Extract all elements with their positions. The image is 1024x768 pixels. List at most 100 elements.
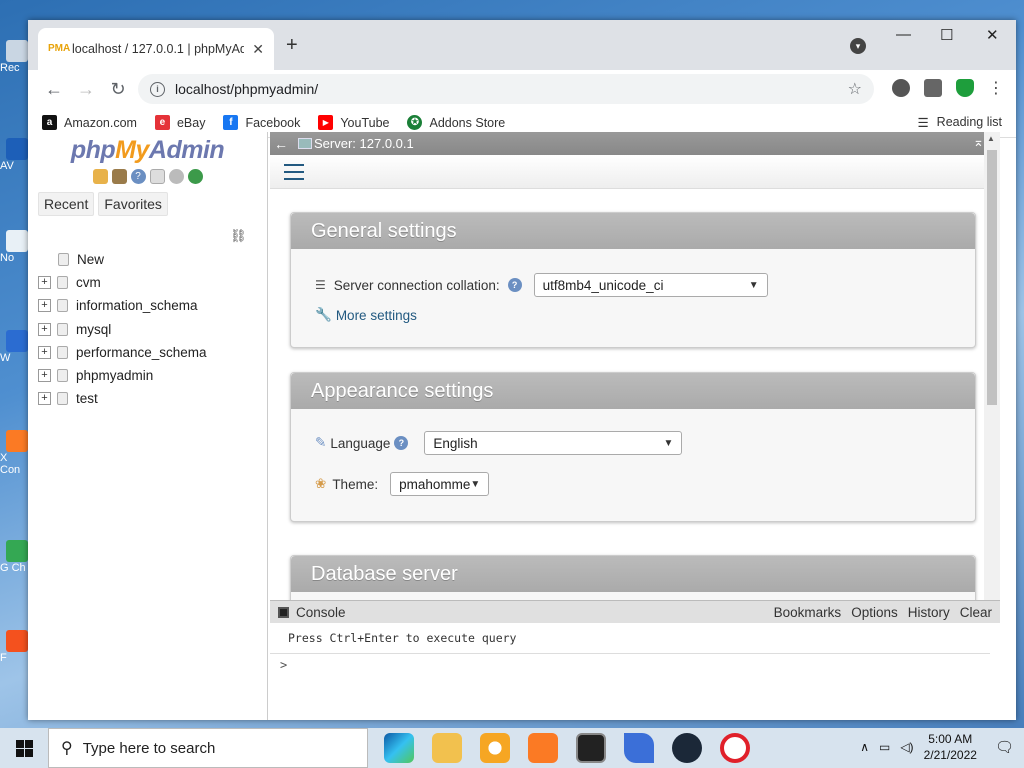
desktop-icon-recycle[interactable]: Rec xyxy=(0,40,28,74)
console-prompt-input[interactable]: > xyxy=(270,654,1000,676)
maximize-button[interactable]: ☐ xyxy=(940,26,953,44)
terminal-icon[interactable] xyxy=(576,733,606,763)
console-clear-button[interactable]: Clear xyxy=(960,605,992,620)
expand-icon[interactable]: + xyxy=(38,322,51,336)
minimize-button[interactable]: — xyxy=(896,26,911,43)
desktop-icon-chrome[interactable]: G Ch xyxy=(0,540,28,574)
tree-item-label[interactable]: mysql xyxy=(76,322,111,337)
new-tab-button[interactable]: + xyxy=(286,34,298,57)
site-info-icon[interactable]: i xyxy=(150,81,165,97)
show-hidden-icons-chevron-icon[interactable]: ∧ xyxy=(860,740,869,754)
phpmyadmin-logo[interactable]: phpMyAdmin xyxy=(28,136,267,165)
console-options-button[interactable]: Options xyxy=(851,605,898,620)
tree-item-label[interactable]: performance_schema xyxy=(76,345,207,360)
tree-item-label[interactable]: cvm xyxy=(76,275,101,290)
collation-select[interactable]: utf8mb4_unicode_ci ▼ xyxy=(533,273,768,297)
start-button[interactable] xyxy=(0,728,48,768)
settings-gear-icon[interactable] xyxy=(168,169,184,184)
desktop-icon-label: AV xyxy=(0,160,14,172)
tree-item-test[interactable]: + test xyxy=(38,387,207,410)
hamburger-menu-icon[interactable] xyxy=(284,163,304,180)
theme-select[interactable]: pmahomme ▼ xyxy=(390,472,490,496)
desktop-icon-notepad[interactable]: No xyxy=(0,230,28,264)
scrollbar-thumb[interactable] xyxy=(987,150,997,405)
file-explorer-icon[interactable] xyxy=(432,733,462,763)
documentation-icon[interactable] xyxy=(149,169,165,184)
notifications-icon[interactable]: 🗨 xyxy=(995,738,1014,756)
console-bookmarks-button[interactable]: Bookmarks xyxy=(774,605,842,620)
bookmark-addons-store[interactable]: ✪ Addons Store xyxy=(407,115,505,130)
language-select[interactable]: English ▼ xyxy=(424,431,683,455)
desktop-icon-xampp[interactable]: X Con xyxy=(0,430,28,476)
expand-icon[interactable]: + xyxy=(38,299,51,313)
collapse-navigation-arrow-icon[interactable]: ← xyxy=(274,136,288,152)
bookmark-star-icon[interactable]: ☆ xyxy=(848,79,862,99)
taskbar-search-box[interactable]: ⚲ Type here to search xyxy=(48,728,368,768)
tree-item-new[interactable]: New xyxy=(38,248,207,271)
browser-menu-icon[interactable]: ⋮ xyxy=(988,78,1004,98)
scroll-up-icon[interactable]: ▲ xyxy=(987,134,995,143)
adblock-extension-icon[interactable] xyxy=(892,79,910,97)
tab-search-icon[interactable]: ▾ xyxy=(850,38,866,54)
steam-icon[interactable] xyxy=(672,733,702,763)
bookmark-facebook[interactable]: f Facebook xyxy=(223,115,300,130)
volume-icon[interactable]: ◁) xyxy=(900,740,913,754)
extensions-puzzle-icon[interactable] xyxy=(924,79,942,97)
edge-icon[interactable] xyxy=(384,733,414,763)
close-tab-icon[interactable]: ✕ xyxy=(252,41,264,58)
back-arrow-icon[interactable]: ← xyxy=(38,75,70,103)
bookmark-youtube[interactable]: ▶ YouTube xyxy=(318,115,389,130)
bookmark-label: Addons Store xyxy=(429,115,506,130)
more-settings-link[interactable]: More settings xyxy=(336,308,417,323)
help-icon[interactable]: ? xyxy=(130,169,146,184)
expand-icon[interactable]: + xyxy=(38,276,51,290)
language-icon: ✎ xyxy=(315,435,327,450)
console-bar[interactable]: Console Bookmarks Options History Clear xyxy=(270,601,1000,623)
tree-item-information-schema[interactable]: + information_schema xyxy=(38,294,207,317)
bookmark-ebay[interactable]: e eBay xyxy=(154,115,205,130)
shield-extension-icon[interactable] xyxy=(956,79,974,97)
desktop-icon-av[interactable]: AV xyxy=(0,138,28,172)
desktop-icon-w[interactable]: W xyxy=(0,330,28,364)
link-with-main-panel-icon[interactable]: ⛓ xyxy=(230,228,247,244)
tree-item-phpmyadmin[interactable]: + phpmyadmin xyxy=(38,364,207,387)
collapse-top-icon[interactable]: ⌅ xyxy=(973,134,984,150)
home-icon[interactable] xyxy=(92,169,108,184)
url-text[interactable]: localhost/phpmyadmin/ xyxy=(175,81,838,97)
close-window-button[interactable]: ✕ xyxy=(986,26,999,44)
clock[interactable]: 5:00 AM 2/21/2022 xyxy=(924,731,977,763)
desktop-icon-f[interactable]: F xyxy=(0,630,28,664)
tree-item-performance-schema[interactable]: + performance_schema xyxy=(38,341,207,364)
expand-icon[interactable]: + xyxy=(38,345,51,359)
reload-icon[interactable]: ↻ xyxy=(102,75,134,103)
tree-item-cvm[interactable]: + cvm xyxy=(38,271,207,294)
logout-icon[interactable] xyxy=(111,169,127,184)
xampp-icon[interactable] xyxy=(528,733,558,763)
tree-item-label[interactable]: test xyxy=(76,391,98,406)
tree-item-label[interactable]: phpmyadmin xyxy=(76,368,153,383)
theme-label: Theme: xyxy=(332,476,379,492)
tree-item-label[interactable]: information_schema xyxy=(76,298,198,313)
help-icon[interactable]: ? xyxy=(394,436,409,450)
console-history-button[interactable]: History xyxy=(908,605,950,620)
reload-navigation-icon[interactable] xyxy=(187,169,203,184)
chrome-icon[interactable] xyxy=(480,733,510,763)
forward-arrow-icon[interactable]: → xyxy=(70,75,102,103)
expand-icon[interactable]: + xyxy=(38,392,51,406)
console-title[interactable]: Console xyxy=(296,605,346,620)
tab-favorites[interactable]: Favorites xyxy=(98,192,168,216)
opera-icon[interactable] xyxy=(720,733,750,763)
reading-list-button[interactable]: ☰ Reading list xyxy=(917,115,1002,130)
pencil-app-icon[interactable] xyxy=(624,733,654,763)
server-label[interactable]: Server: 127.0.0.1 xyxy=(314,136,414,151)
address-bar[interactable]: i localhost/phpmyadmin/ ☆ xyxy=(138,74,874,104)
help-icon[interactable]: ? xyxy=(507,278,522,292)
tab-recent[interactable]: Recent xyxy=(38,192,95,216)
logo-php: php xyxy=(70,136,116,164)
network-icon[interactable]: ▭ xyxy=(879,740,890,754)
bookmark-amazon[interactable]: a Amazon.com xyxy=(42,115,137,130)
navigation-panel: phpMyAdmin ? Recent Favorites ⛓ New + cv… xyxy=(28,132,268,720)
browser-tab[interactable]: PMA localhost / 127.0.0.1 | phpMyAdmin ✕ xyxy=(38,28,274,70)
expand-icon[interactable]: + xyxy=(38,369,51,383)
tree-item-mysql[interactable]: + mysql xyxy=(38,318,207,341)
